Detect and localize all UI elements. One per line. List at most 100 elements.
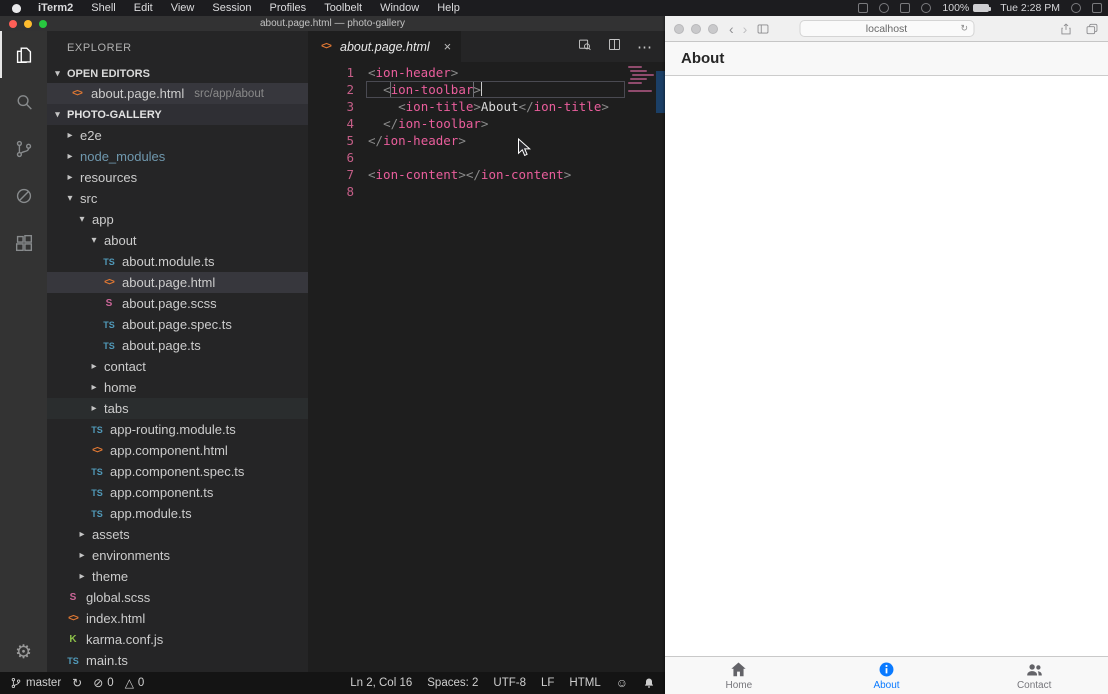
file-about.page.spec.ts[interactable]: TSabout.page.spec.ts: [47, 314, 308, 335]
folder-src[interactable]: ▾src: [47, 188, 308, 209]
folder-about[interactable]: ▾about: [47, 230, 308, 251]
folder-app[interactable]: ▾app: [47, 209, 308, 230]
error-count[interactable]: ⊘ 0: [93, 677, 113, 689]
share-icon[interactable]: [1059, 22, 1073, 36]
file-main.ts[interactable]: TSmain.ts: [47, 650, 308, 671]
tab-about-page-html[interactable]: <> about.page.html ×: [308, 31, 461, 62]
overview-ruler[interactable]: [656, 71, 665, 113]
file-app.module.ts[interactable]: TSapp.module.ts: [47, 503, 308, 524]
file-index.html[interactable]: <>index.html: [47, 608, 308, 629]
ts-file-icon: TS: [65, 656, 81, 666]
battery-indicator[interactable]: 100%: [942, 2, 989, 14]
code-line-2[interactable]: 2 <ion-toolbar>: [308, 81, 665, 98]
explorer-icon[interactable]: [0, 31, 47, 78]
status-icon-1[interactable]: [858, 3, 868, 13]
folder-environments[interactable]: ▸environments: [47, 545, 308, 566]
menu-item-profiles[interactable]: Profiles: [261, 2, 316, 14]
spotlight-icon[interactable]: [1071, 3, 1081, 13]
file-app.component.ts[interactable]: TSapp.component.ts: [47, 482, 308, 503]
notifications-bell-icon[interactable]: [643, 677, 655, 689]
sidebar-icon[interactable]: [756, 22, 770, 36]
feedback-smiley-icon[interactable]: ☺: [616, 677, 628, 689]
menu-item-view[interactable]: View: [162, 2, 204, 14]
menu-item-help[interactable]: Help: [428, 2, 469, 14]
extensions-icon[interactable]: [0, 219, 47, 266]
close-window-button[interactable]: [9, 20, 17, 28]
encoding-indicator[interactable]: UTF-8: [493, 677, 526, 689]
file-about.module.ts[interactable]: TSabout.module.ts: [47, 251, 308, 272]
file-about.page.ts[interactable]: TSabout.page.ts: [47, 335, 308, 356]
file-about.page.scss[interactable]: Sabout.page.scss: [47, 293, 308, 314]
minimap[interactable]: [628, 66, 654, 94]
status-icon-3[interactable]: [900, 3, 910, 13]
file-about.page.html[interactable]: <>about.page.html: [47, 272, 308, 293]
menu-item-edit[interactable]: Edit: [125, 2, 162, 14]
reload-icon[interactable]: ↻: [960, 23, 968, 34]
menu-clock[interactable]: Tue 2:28 PM: [1000, 2, 1060, 14]
open-editors-header[interactable]: ▾ OPEN EDITORS: [47, 64, 308, 83]
code-line-6[interactable]: 6: [308, 149, 665, 166]
file-app.component.html[interactable]: <>app.component.html: [47, 440, 308, 461]
close-tab-icon[interactable]: ×: [444, 39, 452, 54]
folder-home[interactable]: ▸home: [47, 377, 308, 398]
code-area[interactable]: 1<ion-header>2 <ion-toolbar>3 <ion-title…: [308, 62, 665, 672]
menu-item-shell[interactable]: Shell: [82, 2, 124, 14]
eol-indicator[interactable]: LF: [541, 677, 554, 689]
search-icon[interactable]: [0, 78, 47, 125]
menu-item-window[interactable]: Window: [371, 2, 428, 14]
settings-gear-icon[interactable]: ⚙: [15, 643, 32, 662]
status-icon-4[interactable]: [921, 3, 931, 13]
file-global.scss[interactable]: Sglobal.scss: [47, 587, 308, 608]
folder-resources[interactable]: ▸resources: [47, 167, 308, 188]
more-actions-icon[interactable]: ⋯: [637, 38, 653, 56]
menu-item-toolbelt[interactable]: Toolbelt: [315, 2, 371, 14]
minimize-window-button[interactable]: [691, 24, 701, 34]
code-line-5[interactable]: 5</ion-header>: [308, 132, 665, 149]
indentation-indicator[interactable]: Spaces: 2: [427, 677, 478, 689]
folder-node_modules[interactable]: ▸node_modules: [47, 146, 308, 167]
project-section-header[interactable]: ▾ PHOTO-GALLERY: [47, 104, 308, 125]
open-preview-icon[interactable]: [577, 37, 592, 57]
language-mode[interactable]: HTML: [569, 677, 600, 689]
open-editor-item[interactable]: <> about.page.html src/app/about: [47, 83, 308, 104]
vscode-title-bar[interactable]: about.page.html — photo-gallery: [0, 16, 665, 31]
back-button[interactable]: ‹: [729, 22, 734, 36]
tab-home[interactable]: Home: [665, 657, 813, 694]
tab-overview-icon[interactable]: [1085, 22, 1099, 36]
folder-theme[interactable]: ▸theme: [47, 566, 308, 587]
notification-center-icon[interactable]: [1092, 3, 1102, 13]
sync-icon[interactable]: ↻: [72, 677, 82, 689]
cursor-position[interactable]: Ln 2, Col 16: [350, 677, 412, 689]
address-bar[interactable]: localhost ↻: [799, 20, 974, 37]
status-icon-2[interactable]: [879, 3, 889, 13]
code-line-1[interactable]: 1<ion-header>: [308, 64, 665, 81]
zoom-window-button[interactable]: [708, 24, 718, 34]
folder-contact[interactable]: ▸contact: [47, 356, 308, 377]
minimize-window-button[interactable]: [24, 20, 32, 28]
folder-assets[interactable]: ▸assets: [47, 524, 308, 545]
file-app-routing.module.ts[interactable]: TSapp-routing.module.ts: [47, 419, 308, 440]
menu-item-iterm2[interactable]: iTerm2: [29, 2, 82, 14]
tab-about[interactable]: About: [813, 657, 961, 694]
safari-toolbar: ‹ › localhost ↻: [665, 16, 1108, 42]
apple-menu-icon[interactable]: [12, 4, 21, 13]
code-line-7[interactable]: 7<ion-content></ion-content>: [308, 166, 665, 183]
file-app.component.spec.ts[interactable]: TSapp.component.spec.ts: [47, 461, 308, 482]
forward-button[interactable]: ›: [743, 22, 748, 36]
git-branch-indicator[interactable]: master: [10, 677, 61, 689]
code-line-8[interactable]: 8: [308, 183, 665, 200]
folder-tabs[interactable]: ▸tabs: [47, 398, 308, 419]
close-window-button[interactable]: [674, 24, 684, 34]
file-karma.conf.js[interactable]: Kkarma.conf.js: [47, 629, 308, 650]
split-editor-icon[interactable]: [607, 37, 622, 57]
folder-e2e[interactable]: ▸e2e: [47, 125, 308, 146]
zoom-window-button[interactable]: [39, 20, 47, 28]
code-line-4[interactable]: 4 </ion-toolbar>: [308, 115, 665, 132]
code-line-3[interactable]: 3 <ion-title>About</ion-title>: [308, 98, 665, 115]
tree-item-label: environments: [92, 548, 170, 563]
menu-item-session[interactable]: Session: [203, 2, 260, 14]
source-control-icon[interactable]: [0, 125, 47, 172]
debug-icon[interactable]: [0, 172, 47, 219]
tab-contact[interactable]: Contact: [960, 657, 1108, 694]
warning-count[interactable]: △ 0: [125, 677, 145, 689]
